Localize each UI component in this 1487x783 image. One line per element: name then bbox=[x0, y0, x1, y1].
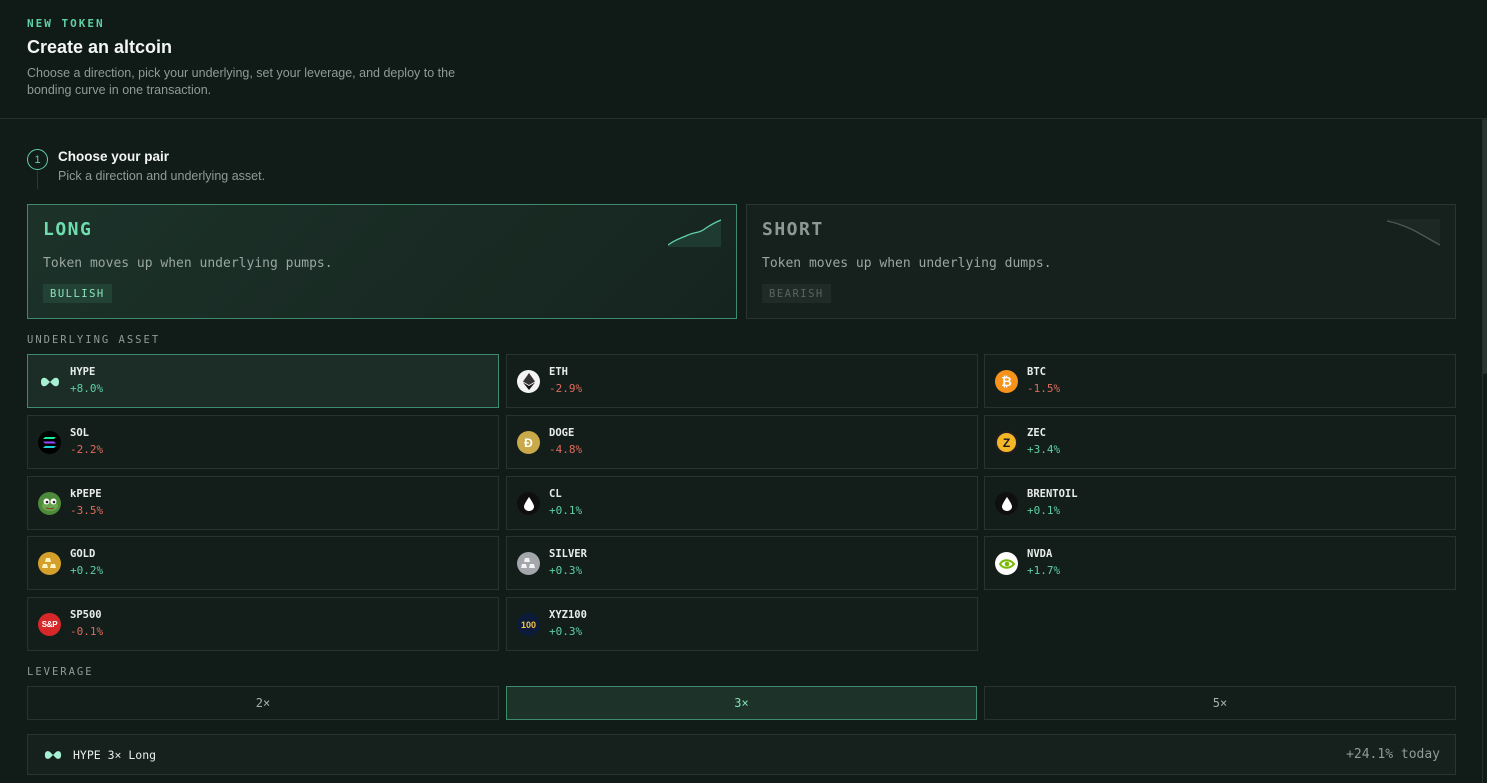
uptrend-sparkline-icon bbox=[668, 219, 721, 247]
asset-change: -2.9% bbox=[549, 382, 583, 395]
gold-bars-icon bbox=[38, 552, 61, 575]
pepe-icon bbox=[38, 492, 61, 515]
asset-change: +0.3% bbox=[549, 564, 583, 577]
asset-option-kpepe[interactable]: kPEPE -3.5% bbox=[27, 476, 499, 530]
direction-label: SHORT bbox=[762, 219, 824, 240]
asset-option-xyz100[interactable]: 100 XYZ100 +0.3% bbox=[506, 597, 978, 651]
direction-description: Token moves up when underlying dumps. bbox=[762, 256, 1052, 271]
eyebrow-label: NEW TOKEN bbox=[27, 17, 105, 30]
asset-change: +8.0% bbox=[70, 382, 104, 395]
leverage-option-3x[interactable]: 3× bbox=[506, 686, 977, 720]
leverage-option-5x[interactable]: 5× bbox=[984, 686, 1456, 720]
zec-icon: Z bbox=[995, 431, 1018, 454]
step-subtitle: Pick a direction and underlying asset. bbox=[58, 169, 266, 183]
asset-change: +0.3% bbox=[549, 625, 583, 638]
nvda-icon bbox=[995, 552, 1018, 575]
asset-change: +3.4% bbox=[1027, 443, 1061, 456]
pair-summary-bar: HYPE 3× Long +24.1% today bbox=[27, 734, 1456, 775]
asset-change: +0.1% bbox=[549, 504, 583, 517]
asset-change: +0.2% bbox=[70, 564, 104, 577]
eth-icon bbox=[517, 370, 540, 393]
asset-option-nvda[interactable]: NVDA +1.7% bbox=[984, 536, 1456, 590]
asset-option-hype[interactable]: HYPE +8.0% bbox=[27, 354, 499, 408]
asset-symbol: CL bbox=[549, 488, 562, 500]
asset-symbol: XYZ100 bbox=[549, 609, 587, 621]
step-title: Choose your pair bbox=[58, 149, 170, 164]
asset-option-eth[interactable]: ETH -2.9% bbox=[506, 354, 978, 408]
asset-option-gold[interactable]: GOLD +0.2% bbox=[27, 536, 499, 590]
doge-icon: Ð bbox=[517, 431, 540, 454]
silver-bars-icon bbox=[517, 552, 540, 575]
asset-symbol: kPEPE bbox=[70, 488, 102, 500]
asset-symbol: SILVER bbox=[549, 548, 587, 560]
oil-drop-icon bbox=[995, 492, 1018, 515]
page-header: NEW TOKEN Create an altcoin Choose a dir… bbox=[0, 0, 1487, 119]
asset-option-zec[interactable]: Z ZEC +3.4% bbox=[984, 415, 1456, 469]
asset-change: -2.2% bbox=[70, 443, 104, 456]
asset-symbol: BTC bbox=[1027, 366, 1046, 378]
pair-today-change: +24.1% today bbox=[1346, 747, 1440, 762]
asset-option-sol[interactable]: SOL -2.2% bbox=[27, 415, 499, 469]
page-subtitle: Choose a direction, pick your underlying… bbox=[27, 66, 456, 97]
asset-symbol: HYPE bbox=[70, 366, 96, 378]
leverage-option-2x[interactable]: 2× bbox=[27, 686, 499, 720]
asset-symbol: DOGE bbox=[549, 427, 575, 439]
step-number-badge: 1 bbox=[27, 149, 48, 170]
page-title: Create an altcoin bbox=[27, 37, 173, 57]
sp500-icon: S&P bbox=[38, 613, 61, 636]
step-connector bbox=[37, 171, 38, 189]
leverage-label: LEVERAGE bbox=[27, 666, 94, 678]
direction-card-long[interactable]: LONG Token moves up when underlying pump… bbox=[27, 204, 737, 319]
xyz100-icon: 100 bbox=[517, 613, 540, 636]
sol-icon bbox=[38, 431, 61, 454]
asset-option-silver[interactable]: SILVER +0.3% bbox=[506, 536, 978, 590]
asset-option-doge[interactable]: Ð DOGE -4.8% bbox=[506, 415, 978, 469]
asset-option-brentoil[interactable]: BRENTOIL +0.1% bbox=[984, 476, 1456, 530]
direction-badge: BULLISH bbox=[43, 284, 112, 303]
asset-change: -0.1% bbox=[70, 625, 104, 638]
asset-option-btc[interactable]: ₿ BTC -1.5% bbox=[984, 354, 1456, 408]
scrollbar-thumb[interactable] bbox=[1483, 119, 1487, 374]
asset-change: +0.1% bbox=[1027, 504, 1061, 517]
oil-drop-icon bbox=[517, 492, 540, 515]
direction-badge: BEARISH bbox=[762, 284, 831, 303]
asset-symbol: SP500 bbox=[70, 609, 102, 621]
asset-symbol: ZEC bbox=[1027, 427, 1046, 439]
asset-change: +1.7% bbox=[1027, 564, 1061, 577]
downtrend-sparkline-icon bbox=[1387, 219, 1440, 246]
pair-summary-text: HYPE 3× Long bbox=[73, 748, 157, 762]
hype-icon bbox=[44, 751, 62, 759]
direction-card-short[interactable]: SHORT Token moves up when underlying dum… bbox=[746, 204, 1456, 319]
asset-change: -4.8% bbox=[549, 443, 583, 456]
btc-icon: ₿ bbox=[995, 370, 1018, 393]
asset-change: -1.5% bbox=[1027, 382, 1061, 395]
direction-description: Token moves up when underlying pumps. bbox=[43, 256, 333, 271]
asset-symbol: SOL bbox=[70, 427, 89, 439]
underlying-asset-label: UNDERLYING ASSET bbox=[27, 334, 161, 346]
asset-symbol: GOLD bbox=[70, 548, 96, 560]
hype-icon bbox=[38, 370, 61, 393]
asset-symbol: NVDA bbox=[1027, 548, 1053, 560]
asset-symbol: ETH bbox=[549, 366, 568, 378]
asset-option-cl[interactable]: CL +0.1% bbox=[506, 476, 978, 530]
asset-symbol: BRENTOIL bbox=[1027, 488, 1078, 500]
direction-label: LONG bbox=[43, 219, 93, 240]
asset-option-sp500[interactable]: S&P SP500 -0.1% bbox=[27, 597, 499, 651]
asset-change: -3.5% bbox=[70, 504, 104, 517]
